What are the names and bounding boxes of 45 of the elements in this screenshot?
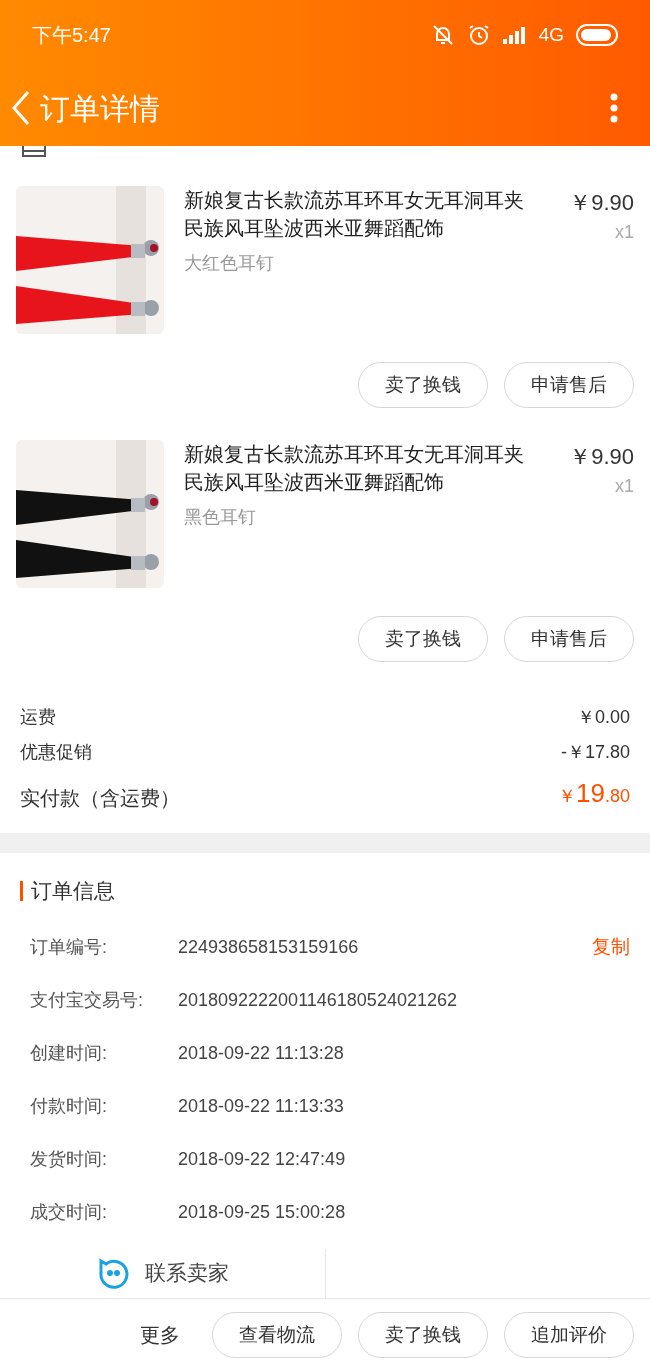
fee-value: ￥0.00 [576, 706, 630, 729]
action-button[interactable]: 卖了换钱 [358, 362, 488, 408]
network-label: 4G [538, 22, 564, 47]
action-button[interactable]: 卖了换钱 [358, 1312, 488, 1359]
product-quantity: x1 [615, 221, 634, 244]
battery-icon [576, 24, 618, 46]
action-button[interactable]: 卖了换钱 [358, 616, 488, 662]
muted-bell-icon [430, 23, 455, 47]
product-title[interactable]: 新娘复古长款流苏耳环耳女无耳洞耳夹民族风耳坠波西米亚舞蹈配饰 [184, 186, 538, 242]
info-label: 发货时间: [30, 1147, 108, 1171]
contact-seller-button[interactable]: 联系卖家 [0, 1248, 326, 1298]
action-button[interactable]: 申请售后 [504, 616, 634, 662]
product-title[interactable]: 新娘复古长款流苏耳环耳女无耳洞耳夹民族风耳坠波西米亚舞蹈配饰 [184, 440, 538, 496]
action-button[interactable]: 追加评价 [504, 1312, 634, 1359]
fee-label: 优惠促销 [20, 741, 92, 764]
info-label: 支付宝交易号: [30, 988, 144, 1012]
chat-bubble-icon [96, 1257, 129, 1289]
more-icon[interactable] [610, 93, 618, 123]
info-value: 2018-09-25 15:00:28 [178, 1200, 347, 1224]
action-button[interactable]: 查看物流 [212, 1312, 342, 1359]
info-value: 2018-09-22 12:47:49 [178, 1147, 347, 1171]
product-price: ￥9.90 [569, 189, 634, 217]
status-time: 下午5:47 [32, 23, 111, 48]
page-title: 订单详情 [40, 90, 160, 127]
info-value: 2018092222001146180524021262 [178, 988, 458, 1012]
product-quantity: x1 [615, 475, 634, 498]
fee-value: -￥17.80 [560, 741, 630, 764]
info-value: 224938658153159166 [178, 935, 360, 959]
section-title: 订单信息 [31, 878, 115, 904]
action-button[interactable]: 申请售后 [504, 362, 634, 408]
product-variant: 大红色耳钉 [184, 252, 275, 275]
info-label: 付款时间: [30, 1094, 108, 1118]
more-label[interactable]: 更多 [140, 1320, 180, 1351]
product-price: ￥9.90 [569, 443, 634, 471]
total-label: 实付款（含运费） [20, 786, 180, 811]
info-label: 创建时间: [30, 1041, 108, 1065]
info-label: 成交时间: [30, 1200, 108, 1224]
product-variant: 黑色耳钉 [184, 506, 257, 529]
info-value: 2018-09-22 11:13:33 [178, 1094, 345, 1118]
info-value: 2018-09-22 11:13:28 [178, 1041, 345, 1065]
info-label: 订单编号: [30, 935, 108, 959]
signal-icon [502, 26, 527, 44]
total-amount: ￥19.80 [558, 777, 630, 810]
shop-icon [22, 146, 46, 158]
fee-label: 运费 [20, 706, 56, 729]
